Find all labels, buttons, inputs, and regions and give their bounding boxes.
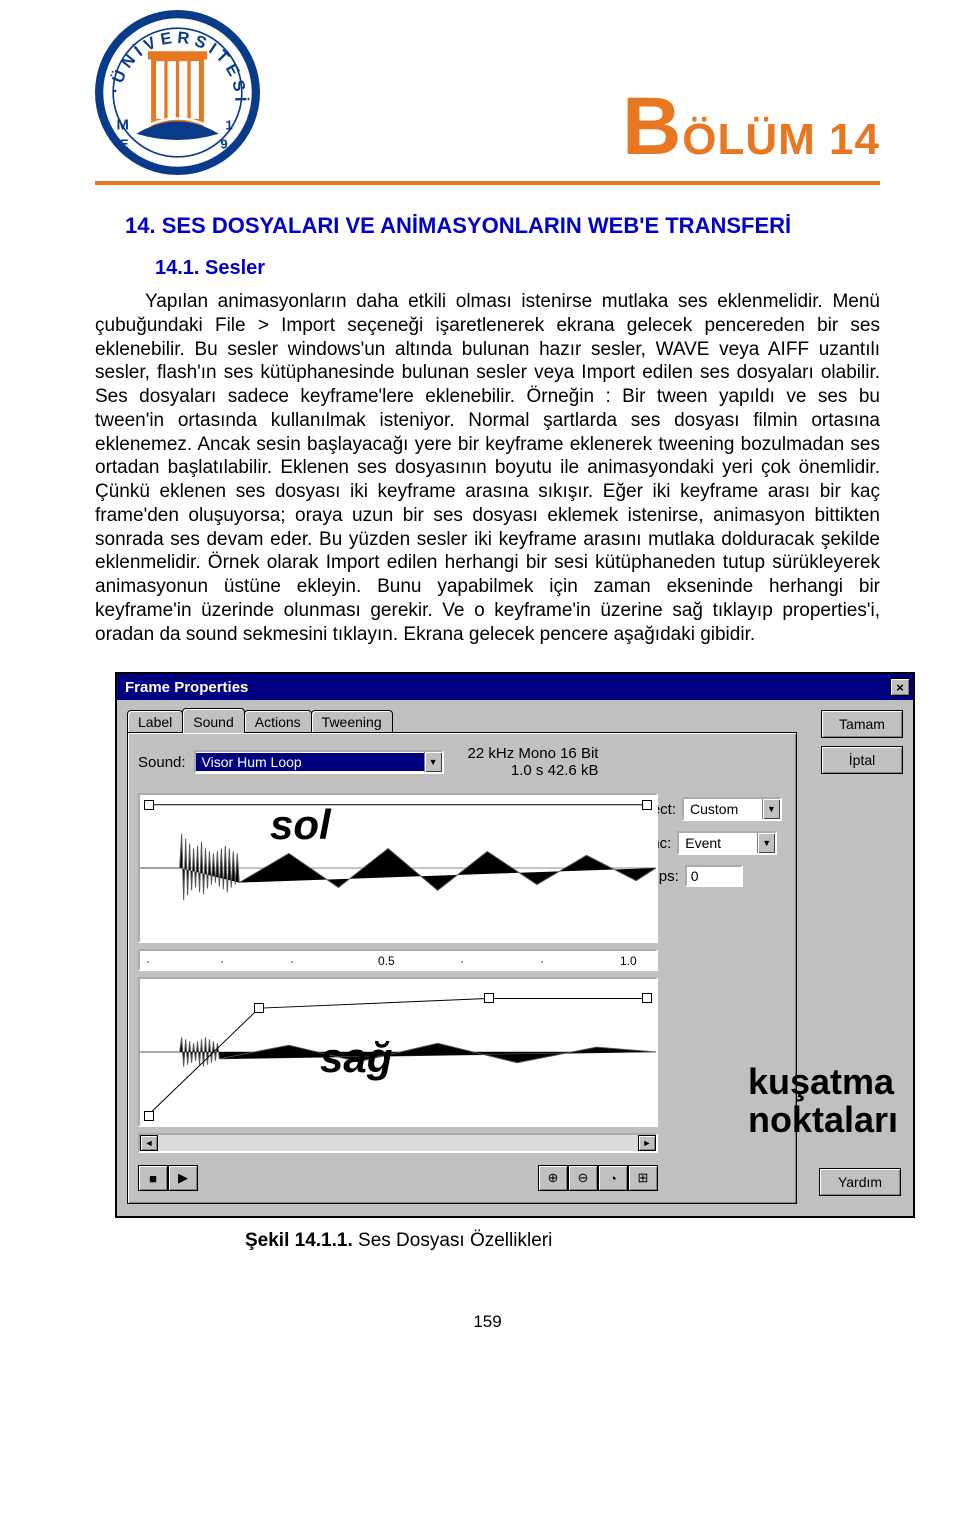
sound-combo[interactable]: Visor Hum Loop ▼ (194, 750, 444, 774)
overlay-label: kuşatma noktaları (748, 1063, 898, 1139)
sync-combo[interactable]: Event ▼ (677, 831, 777, 855)
heading-2: 14.1. Sesler (155, 257, 880, 280)
envelope-handle[interactable] (144, 800, 154, 810)
sound-label: Sound: (138, 754, 186, 771)
envelope-handle[interactable] (254, 1003, 264, 1013)
sound-info-line1: 22 kHz Mono 16 Bit (468, 745, 599, 762)
time-seconds-icon[interactable]: ◔ (598, 1165, 628, 1191)
envelope-handle[interactable] (484, 993, 494, 1003)
zoom-in-icon[interactable]: ⊕ (538, 1165, 568, 1191)
wave-label-right: sağ (320, 1034, 392, 1082)
wave-label-left: sol (270, 801, 331, 849)
university-logo: · Ü N İ V E R S İ T E S İ · M 1 E 9 (95, 10, 260, 175)
dialog-title: Frame Properties (125, 679, 248, 696)
tab-tweening[interactable]: Tweening (311, 710, 393, 733)
scroll-track[interactable] (158, 1135, 638, 1151)
waveform-left[interactable]: sol (138, 793, 658, 943)
horizontal-scrollbar[interactable]: ◄ ► (138, 1133, 658, 1153)
time-frames-icon[interactable]: ⊞ (628, 1165, 658, 1191)
time-ruler: · · · 0.5 · · 1.0 (138, 949, 658, 971)
page-number: 159 (95, 1312, 880, 1332)
effect-combo[interactable]: Custom ▼ (682, 797, 782, 821)
chapter-prefix: B (622, 81, 682, 172)
header-rule (95, 181, 880, 185)
ok-button[interactable]: Tamam (821, 710, 903, 738)
tab-label[interactable]: Label (127, 710, 183, 733)
sound-panel: Sound: Visor Hum Loop ▼ 22 kHz Mono 16 B… (127, 732, 797, 1204)
ruler-mid: 0.5 (378, 954, 395, 968)
wave-toolbar: ■ ▶ ⊕ ⊖ ◔ ⊞ (138, 1165, 658, 1191)
chevron-down-icon[interactable]: ▼ (424, 752, 442, 772)
chevron-down-icon[interactable]: ▼ (757, 833, 775, 853)
effect-value: Custom (684, 800, 762, 818)
help-button[interactable]: Yardım (819, 1168, 901, 1196)
loops-input[interactable]: 0 (685, 865, 743, 887)
chevron-down-icon[interactable]: ▼ (762, 799, 780, 819)
svg-text:9: 9 (220, 137, 227, 152)
svg-text:1: 1 (225, 118, 232, 133)
dialog-figure: Frame Properties × Label Sound Actions T… (115, 672, 915, 1218)
envelope-handle[interactable] (642, 993, 652, 1003)
ruler-end: 1.0 (620, 954, 637, 968)
body-paragraph: Yapılan animasyonların daha etkili olmas… (95, 290, 880, 646)
scroll-right-icon[interactable]: ► (638, 1135, 656, 1151)
caption-rest: Ses Dosyası Özellikleri (353, 1230, 553, 1251)
sync-value: Event (679, 834, 757, 852)
sound-info-line2: 1.0 s 42.6 kB (468, 762, 599, 779)
stop-button[interactable]: ■ (138, 1165, 168, 1191)
play-button[interactable]: ▶ (168, 1165, 198, 1191)
cancel-button[interactable]: İptal (821, 746, 903, 774)
waveform-right[interactable]: sağ (138, 977, 658, 1127)
tab-sound[interactable]: Sound (182, 708, 244, 733)
envelope-handle[interactable] (144, 1111, 154, 1121)
frame-properties-dialog: Frame Properties × Label Sound Actions T… (115, 672, 915, 1218)
figure-caption: Şekil 14.1.1. Ses Dosyası Özellikleri (245, 1230, 880, 1252)
chapter-title: BÖLÜM 14 (622, 98, 880, 175)
dialog-titlebar: Frame Properties × (117, 674, 913, 700)
page-header: · Ü N İ V E R S İ T E S İ · M 1 E 9 BÖLÜ… (95, 0, 880, 181)
heading-1: 14. SES DOSYALARI VE ANİMASYONLARIN WEB'… (125, 213, 880, 239)
envelope-handle[interactable] (642, 800, 652, 810)
close-icon[interactable]: × (890, 678, 910, 696)
sound-combo-value: Visor Hum Loop (196, 753, 424, 771)
chapter-rest: ÖLÜM 14 (682, 115, 880, 164)
scroll-left-icon[interactable]: ◄ (140, 1135, 158, 1151)
caption-bold: Şekil 14.1.1. (245, 1230, 353, 1251)
svg-text:M: M (116, 118, 128, 134)
tab-actions[interactable]: Actions (244, 710, 312, 733)
svg-text:E: E (120, 137, 129, 152)
dialog-tabs: Label Sound Actions Tweening (127, 710, 797, 733)
zoom-out-icon[interactable]: ⊖ (568, 1165, 598, 1191)
